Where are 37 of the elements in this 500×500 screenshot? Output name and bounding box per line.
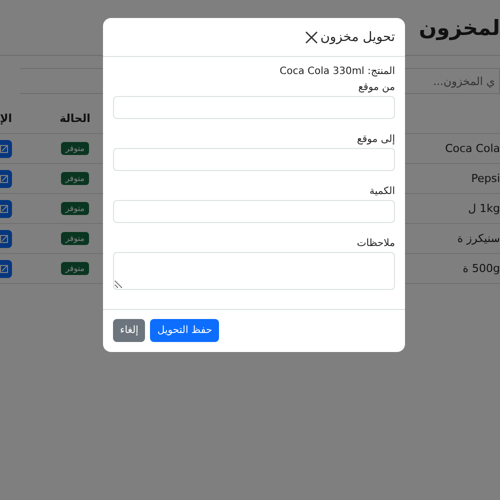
- product-name: Pepsi: [471, 172, 500, 185]
- product-name: 1kg ل: [468, 202, 500, 215]
- product-name: Coca Cola: [445, 142, 500, 155]
- field-label: الكمية: [368, 186, 395, 197]
- product-name: 500g ة: [462, 262, 500, 275]
- edit-icon: [0, 264, 8, 272]
- input-field[interactable]: [113, 200, 395, 223]
- status-badge: متوفر: [61, 262, 89, 275]
- column-header: الحالة: [60, 112, 90, 125]
- input-field[interactable]: [113, 148, 395, 171]
- field-label: ملاحظات: [356, 238, 395, 249]
- notes-field[interactable]: [113, 252, 395, 290]
- input-field[interactable]: [113, 96, 395, 119]
- edit-icon: [0, 144, 8, 152]
- cancel-button[interactable]: إلغاء: [113, 319, 146, 342]
- edit-button[interactable]: [0, 170, 12, 188]
- status-badge: متوفر: [61, 142, 89, 155]
- page-title: لمخزون: [418, 16, 500, 40]
- product-name: سنيكرز ة: [457, 232, 500, 245]
- edit-button[interactable]: [0, 140, 12, 158]
- column-header: الإ: [0, 112, 12, 125]
- close-icon: [305, 30, 318, 44]
- product-info: المنتج: Coca Cola 330ml: [278, 66, 395, 77]
- status-badge: متوفر: [61, 172, 89, 185]
- edit-button[interactable]: [0, 200, 12, 218]
- edit-button[interactable]: [0, 260, 12, 278]
- edit-icon: [0, 204, 8, 212]
- status-badge: متوفر: [61, 232, 89, 245]
- field-label: من موقع: [357, 82, 395, 93]
- dialog-title: تحويل مخزون: [320, 30, 395, 44]
- edit-icon: [0, 174, 8, 182]
- field-label: إلى موقع: [356, 134, 395, 145]
- edit-button[interactable]: [0, 230, 12, 248]
- edit-icon: [0, 234, 8, 242]
- close-button[interactable]: [305, 30, 318, 44]
- save-button[interactable]: حفظ التحويل: [150, 319, 220, 342]
- status-badge: متوفر: [61, 202, 89, 215]
